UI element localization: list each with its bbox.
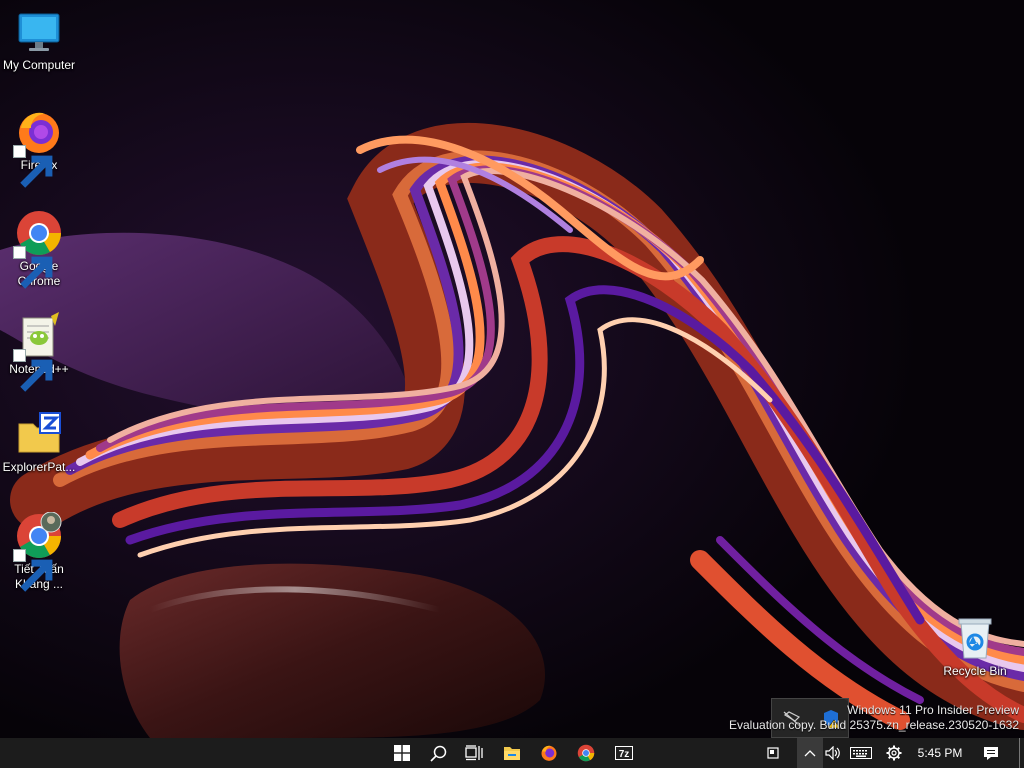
keyboard-icon — [850, 747, 872, 759]
desktop-icon-chrome-profile[interactable]: Tiết Tuấn Khang ... — [0, 512, 78, 592]
desktop-icon-label: Recycle Bin — [943, 664, 1007, 678]
task-view-icon — [465, 745, 483, 761]
desktop-icon-firefox[interactable]: Firefox — [0, 108, 78, 188]
watermark-line-2: Evaluation copy. Build 25375.zn_release.… — [729, 718, 1019, 732]
settings-gear-icon — [886, 745, 902, 761]
chrome-taskbar-button[interactable] — [571, 738, 601, 768]
tablet-icon — [767, 747, 779, 759]
file-explorer-button[interactable] — [497, 738, 527, 768]
firefox-taskbar-button[interactable] — [534, 738, 564, 768]
desktop-icon-notepad-plus-plus[interactable]: Notepad++ — [0, 312, 78, 392]
recycle-bin-icon — [958, 618, 992, 659]
start-icon — [394, 745, 410, 761]
search-button[interactable] — [423, 738, 453, 768]
desktop-icon-explorerpatcher[interactable]: ExplorerPat... — [0, 410, 78, 475]
7zip-taskbar-button[interactable]: 7z — [609, 738, 639, 768]
desktop-icon-recycle-bin[interactable]: Recycle Bin — [936, 614, 1014, 679]
tablet-tray-button[interactable] — [760, 738, 786, 768]
task-view-button[interactable] — [459, 738, 489, 768]
desktop-icon-my-computer[interactable]: My Computer — [0, 8, 78, 73]
firefox-icon — [541, 745, 557, 761]
taskbar: 7z 5:45 PM — [0, 738, 1024, 768]
shortcut-arrow-icon — [13, 549, 53, 592]
notifications-button[interactable] — [976, 738, 1006, 768]
desktop-icon-label: My Computer — [2, 58, 76, 72]
desktop-icon-google-chrome[interactable]: Google Chrome — [0, 209, 78, 289]
show-desktop-strip[interactable] — [1019, 738, 1020, 768]
start-button[interactable] — [387, 738, 417, 768]
watermark-line-1: Windows 11 Pro Insider Preview — [847, 703, 1019, 717]
file-explorer-icon — [504, 747, 520, 760]
shortcut-arrow-icon — [13, 246, 53, 289]
volume-icon — [825, 746, 840, 760]
explorerpatcher-icon — [18, 412, 61, 453]
7zip-icon-label: 7z — [619, 749, 630, 760]
show-hidden-icons-chevron — [804, 750, 816, 757]
desktop-wallpaper — [0, 0, 1024, 738]
shortcut-arrow-icon — [13, 349, 53, 392]
desktop-icon-label: ExplorerPat... — [2, 460, 76, 474]
search-icon — [429, 745, 446, 762]
chrome-icon — [577, 744, 595, 762]
settings-tray-button[interactable] — [879, 738, 909, 768]
notifications-icon — [984, 746, 998, 760]
evaluation-watermark: Windows 11 Pro Insider Preview Evaluatio… — [729, 703, 1019, 733]
monitor-icon — [18, 13, 60, 51]
volume-button[interactable] — [820, 738, 846, 768]
touch-keyboard-button[interactable] — [846, 738, 876, 768]
taskbar-clock[interactable]: 5:45 PM — [914, 738, 966, 768]
7zip-icon: 7z — [615, 746, 633, 760]
shortcut-arrow-icon — [13, 145, 53, 188]
